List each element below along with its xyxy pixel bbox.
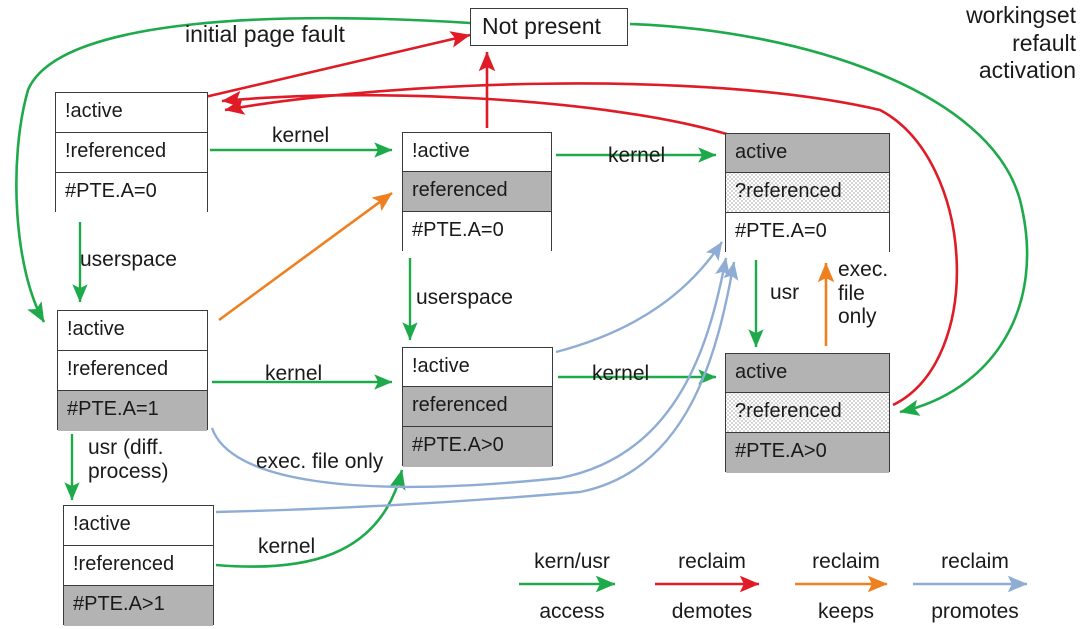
label-kernel-top-right: kernel: [608, 144, 666, 167]
state-cell-referenced: !referenced: [56, 133, 207, 173]
legend-label-bottom: keeps: [817, 600, 875, 624]
label-usr-diff-process: usr (diff. process): [88, 436, 169, 483]
legend-label-top: kern/usr: [534, 550, 610, 573]
state-inactive-unref-agt1: !active !referenced #PTE.A>1: [63, 505, 214, 626]
state-inactive-ref-agt0: !active referenced #PTE.A>0: [402, 347, 553, 467]
state-cell-active: !active: [403, 348, 552, 387]
legend: kern/usr access reclaim demotes reclaim …: [505, 550, 1045, 623]
state-cell-pte: #PTE.A>1: [64, 586, 213, 626]
state-cell-pte: #PTE.A>0: [726, 433, 889, 473]
label-kernel-mid-right: kernel: [592, 362, 650, 385]
state-cell-pte: #PTE.A=0: [726, 213, 889, 253]
state-cell-referenced: referenced: [403, 387, 552, 427]
state-not-present: Not present: [470, 8, 628, 46]
legend-label-bottom: demotes: [671, 600, 753, 624]
legend-item-reclaim-promotes: reclaim promotes: [911, 550, 1039, 623]
state-active-maybe-ref-agt0: active ?referenced #PTE.A>0: [725, 353, 890, 473]
legend-label-bottom: promotes: [931, 600, 1019, 624]
legend-label-top: reclaim: [941, 550, 1009, 573]
edge-exec-file-only-diagonal: [218, 191, 393, 322]
label-kernel-mid-left: kernel: [265, 362, 323, 385]
state-cell-active: !active: [64, 506, 213, 546]
state-cell-active: !active: [58, 311, 207, 351]
legend-item-kern-usr-access: kern/usr access: [517, 550, 627, 623]
label-initial-page-fault: initial page fault: [185, 21, 345, 47]
state-inactive-ref-a0: !active referenced #PTE.A=0: [402, 132, 552, 252]
state-cell-referenced: !referenced: [58, 351, 207, 391]
state-cell-pte: #PTE.A>0: [403, 427, 552, 467]
state-cell-active: active: [726, 134, 889, 173]
label-workingset-refault-activation: workingset refault activation: [966, 2, 1076, 84]
label-exec-file-only-vertical: exec. file only: [838, 258, 889, 329]
label-userspace-left: userspace: [80, 248, 177, 271]
label-kernel-bottom: kernel: [258, 535, 316, 558]
state-cell-active: !active: [56, 93, 207, 133]
state-cell-pte: #PTE.A=0: [56, 173, 207, 213]
state-cell-pte: #PTE.A=0: [403, 212, 551, 252]
state-inactive-unref-a1: !active !referenced #PTE.A=1: [57, 310, 208, 431]
state-cell-referenced: referenced: [403, 172, 551, 212]
label-userspace-middle: userspace: [416, 286, 513, 309]
diagram-canvas: Not present !active !referenced #PTE.A=0…: [0, 0, 1080, 629]
edge-promote-1: [555, 241, 723, 354]
state-cell-referenced: !referenced: [64, 546, 213, 586]
legend-item-reclaim-demotes: reclaim demotes: [653, 550, 771, 623]
legend-arrow-red: [655, 575, 760, 593]
state-cell-referenced: ?referenced: [726, 393, 889, 433]
state-inactive-unref-a0: !active !referenced #PTE.A=0: [55, 92, 208, 213]
legend-arrow-green: [519, 575, 616, 593]
state-cell-active: !active: [403, 133, 551, 172]
state-cell-pte: #PTE.A=1: [58, 391, 207, 431]
state-cell-active: active: [726, 354, 889, 393]
legend-label-top: reclaim: [812, 550, 880, 573]
legend-arrow-orange: [795, 575, 888, 593]
label-usr: usr: [770, 281, 800, 304]
legend-label-bottom: access: [539, 600, 605, 624]
label-kernel-top-left: kernel: [272, 124, 330, 147]
legend-label-top: reclaim: [678, 550, 746, 573]
state-cell-referenced: ?referenced: [726, 173, 889, 213]
state-active-maybe-ref-a0: active ?referenced #PTE.A=0: [725, 133, 890, 253]
legend-arrow-blue: [913, 575, 1028, 593]
label-exec-file-only-diagonal: exec. file only: [256, 450, 384, 473]
legend-item-reclaim-keeps: reclaim keeps: [793, 550, 899, 623]
